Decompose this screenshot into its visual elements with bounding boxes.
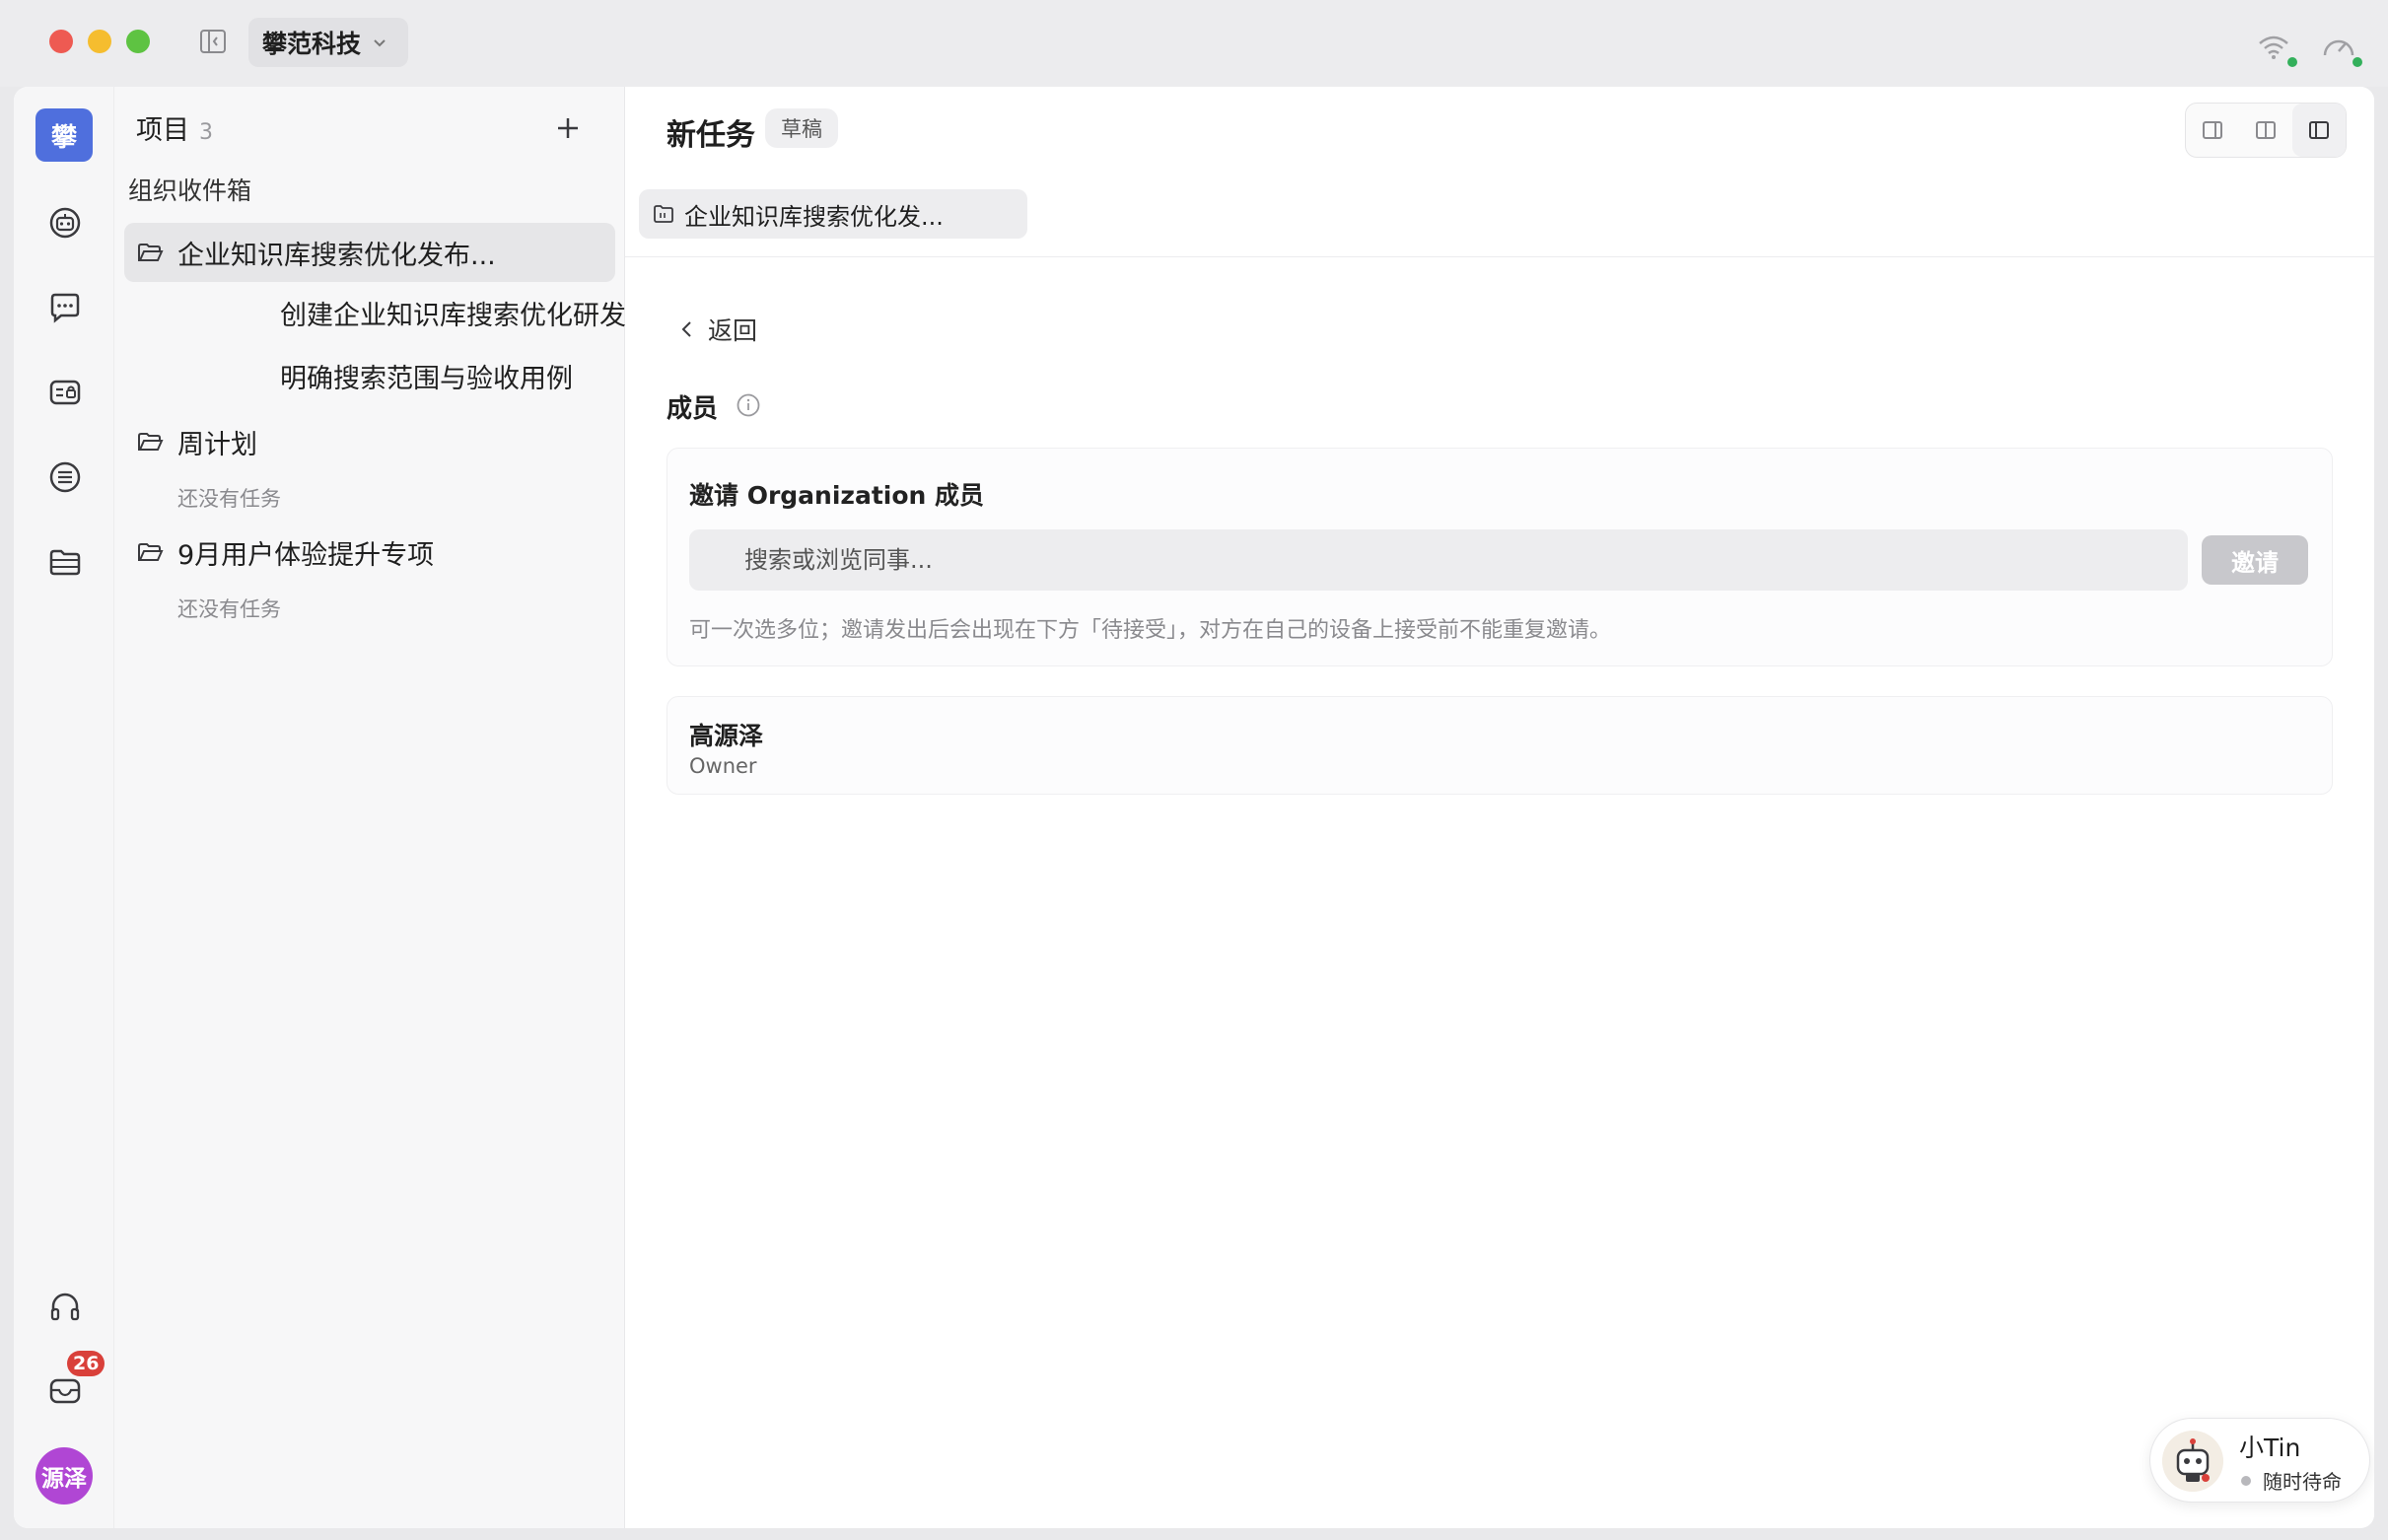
chat-icon[interactable] (47, 290, 83, 325)
zoom-window-button[interactable] (126, 30, 150, 53)
back-button[interactable]: 返回 (678, 312, 757, 347)
project-item-2[interactable]: 9月用户体验提升专项 (124, 523, 615, 582)
icon-rail: 攀 26 源泽 (14, 87, 114, 1528)
assistant-status: 随时待命 (2263, 1470, 2342, 1494)
colleague-search-input[interactable] (689, 529, 2188, 591)
panel-header: 项目 3 (136, 108, 213, 148)
invite-button[interactable]: 邀请 (2202, 535, 2308, 585)
view-split-button[interactable] (2239, 104, 2292, 157)
panel-title: 项目 (136, 115, 189, 146)
view-mode-switch (2185, 103, 2347, 158)
sync-status-dot (2353, 57, 2362, 67)
chevron-left-icon (681, 321, 691, 337)
folder-open-icon (138, 433, 164, 451)
member-row[interactable]: 高源泽 Owner (667, 696, 2333, 795)
org-switcher[interactable]: 攀范科技 (248, 18, 408, 67)
robot-icon[interactable] (47, 205, 83, 241)
assistant-status-dot (2241, 1476, 2251, 1486)
app-window: 攀 26 源泽 项目 3 组织收件箱 企业知识库搜索优化发布... 创建企业知识… (14, 87, 2374, 1528)
tab-chip-label: 企业知识库搜索优化发... (684, 202, 944, 231)
view-left-panel-button[interactable] (2292, 104, 2346, 157)
task-item-0[interactable]: 创建企业知识库搜索优化研发事项 (280, 294, 679, 332)
member-role: Owner (689, 754, 757, 778)
org-inbox-label[interactable]: 组织收件箱 (128, 172, 251, 207)
project-name: 9月用户体验提升专项 (177, 539, 435, 571)
robot-avatar-icon (2162, 1431, 2223, 1492)
org-name: 攀范科技 (262, 30, 362, 58)
back-label: 返回 (708, 316, 758, 345)
agent-card-icon[interactable] (47, 375, 83, 410)
project-count: 3 (199, 120, 213, 145)
member-name: 高源泽 (689, 722, 764, 750)
headset-icon[interactable] (47, 1290, 83, 1325)
sidebar-toggle-icon[interactable] (199, 28, 227, 55)
status-badge: 草稿 (765, 108, 838, 148)
folder-icon (654, 205, 673, 223)
invite-hint: 可一次选多位；邀请发出后会出现在下方「待接受」，对方在自己的设备上接受前不能重复… (689, 618, 1612, 643)
page-title: 新任务 (667, 118, 755, 153)
empty-note: 还没有任务 (177, 597, 281, 621)
inbox-badge: 26 (67, 1351, 105, 1376)
inbox-icon[interactable] (47, 1372, 83, 1408)
list-icon[interactable] (47, 459, 83, 495)
project-name: 周计划 (177, 429, 257, 460)
folder-open-icon (138, 244, 164, 261)
folder-open-icon (138, 543, 164, 561)
layout-right-icon (2203, 121, 2222, 139)
assistant-name: 小Tin (2239, 1434, 2301, 1462)
project-item-1[interactable]: 周计划 (124, 412, 615, 471)
add-project-icon[interactable] (550, 110, 586, 146)
info-icon[interactable] (736, 392, 761, 418)
minimize-window-button[interactable] (88, 30, 111, 53)
project-name: 企业知识库搜索优化发布... (177, 240, 496, 271)
invite-card: 邀请 Organization 成员 邀请 可一次选多位；邀请发出后会出现在下方… (667, 448, 2333, 666)
invite-title: 邀请 Organization 成员 (689, 481, 985, 510)
close-window-button[interactable] (49, 30, 73, 53)
assistant-widget[interactable]: 小Tin 随时待命 (2149, 1418, 2370, 1503)
main-content: 新任务 草稿 企业知识库搜索优化发... 返回 成员 邀请 Organizati… (625, 87, 2374, 1528)
project-tab-chip[interactable]: 企业知识库搜索优化发... (639, 189, 1027, 239)
members-section-title: 成员 (667, 394, 719, 424)
header-divider (625, 256, 2374, 257)
user-avatar[interactable]: 源泽 (35, 1447, 93, 1505)
project-item-0[interactable]: 企业知识库搜索优化发布... (124, 223, 615, 282)
folder-stack-icon[interactable] (47, 544, 83, 580)
title-bar: 攀范科技 (0, 0, 2388, 87)
empty-note: 还没有任务 (177, 487, 281, 511)
layout-left-icon (2309, 121, 2329, 139)
org-logo[interactable]: 攀 (35, 108, 93, 162)
task-item-1[interactable]: 明确搜索范围与验收用例 (280, 357, 573, 395)
project-panel: 项目 3 组织收件箱 企业知识库搜索优化发布... 创建企业知识库搜索优化研发事… (114, 87, 679, 1528)
chevron-down-icon (374, 39, 386, 47)
network-status-dot (2287, 57, 2297, 67)
layout-split-icon (2256, 121, 2276, 139)
view-right-panel-button[interactable] (2186, 104, 2239, 157)
